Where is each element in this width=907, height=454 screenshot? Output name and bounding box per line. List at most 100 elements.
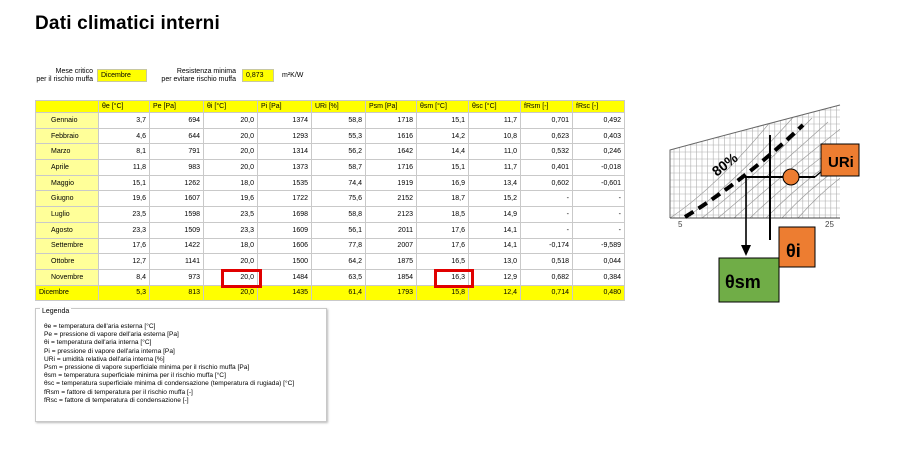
value-cell: 0,682: [520, 268, 573, 286]
value-cell: 58,7: [311, 159, 366, 176]
value-cell: 791: [149, 143, 204, 161]
value-cell: 64,2: [311, 253, 366, 270]
value-cell: 3,7: [98, 112, 150, 129]
value-cell: 18,5: [416, 206, 469, 223]
value-cell: 14,9: [468, 206, 521, 223]
axis-tick-5: 5: [678, 220, 683, 229]
value-cell: 11,0: [468, 143, 521, 161]
value-cell: 13,4: [468, 174, 521, 192]
header-cell: fRsm [-]: [520, 100, 573, 113]
value-cell: 813: [149, 284, 204, 302]
table-row: Febbraio 4,6 644 20,0 1293 55,3 1616 14,2 10,8 0,…: [35, 127, 625, 145]
value-cell: 1535: [257, 174, 312, 192]
resistenza-minima-label: Resistenza minima per evitare rischio mu…: [152, 68, 236, 84]
value-cell: 1314: [257, 143, 312, 161]
value-cell: 20,0: [203, 159, 258, 176]
resistenza-minima-value[interactable]: 0,873: [242, 69, 274, 82]
value-cell: 1422: [149, 237, 204, 255]
mese-critico-label-line2: per il rischio muffa: [36, 76, 93, 83]
table-row: Ottobre 12,7 1141 20,0 1500 64,2 1875 16,5 13,0 0…: [35, 253, 625, 270]
month-cell: Giugno: [35, 190, 99, 208]
value-cell: 15,1: [416, 159, 469, 176]
table-row: Aprile 11,8 983 20,0 1373 58,7 1716 15,1 11,7 0,4…: [35, 159, 625, 176]
value-cell: 1598: [149, 206, 204, 223]
value-cell: 0,532: [520, 143, 573, 161]
value-cell: 1875: [365, 253, 417, 270]
month-cell: Marzo: [35, 143, 99, 161]
value-cell: -0,601: [572, 174, 625, 192]
header-cell: θsm [°C]: [416, 100, 469, 113]
month-cell: Agosto: [35, 221, 99, 239]
value-cell: 63,5: [311, 268, 366, 286]
value-cell: 8,1: [98, 143, 150, 161]
value-cell: 20,0: [203, 127, 258, 145]
legend-line: URi = umidità relativa dell'aria interna…: [44, 355, 165, 363]
value-cell: 1374: [257, 112, 312, 129]
value-cell: 0,246: [572, 143, 625, 161]
value-cell: 56,2: [311, 143, 366, 161]
value-cell: 644: [149, 127, 204, 145]
value-cell: -9,589: [572, 237, 625, 255]
legend-line: θsc = temperatura superficiale minima di…: [44, 380, 295, 388]
theta-i-label: θi: [786, 241, 801, 261]
mese-critico-label-line1: Mese critico: [55, 68, 93, 75]
header-cell: θi [°C]: [203, 100, 258, 113]
value-cell: 1616: [365, 127, 417, 145]
value-cell: 23,5: [203, 206, 258, 223]
value-cell: 0,701: [520, 112, 573, 129]
value-cell: 1718: [365, 112, 417, 129]
value-cell: 74,4: [311, 174, 366, 192]
value-cell: 11,8: [98, 159, 150, 176]
value-cell: -: [572, 221, 625, 239]
psychrometric-diagram: 5 25 80% URi θi θsm: [669, 104, 860, 303]
value-cell: 12,9: [468, 268, 521, 286]
value-cell: 77,8: [311, 237, 366, 255]
legend-line: θi = temperatura dell'aria interna [°C]: [44, 339, 152, 347]
value-cell: 0,044: [572, 253, 625, 270]
value-cell: 1262: [149, 174, 204, 192]
header-cell: Pi [Pa]: [257, 100, 312, 113]
value-cell: 15,2: [468, 190, 521, 208]
month-cell: Settembre: [35, 237, 99, 255]
table-row: Novembre 8,4 973 20,0 1484 63,5 1854 16,3 12,9 0,…: [35, 268, 625, 286]
value-cell: 1722: [257, 190, 312, 208]
value-cell: 0,518: [520, 253, 573, 270]
value-cell: -: [572, 206, 625, 223]
value-cell: -: [520, 221, 573, 239]
month-cell: Febbraio: [35, 127, 99, 145]
value-cell: 2152: [365, 190, 417, 208]
table-header-row: θe [°C] Pe [Pa] θi [°C] Pi [Pa] URi [%] …: [35, 100, 625, 113]
value-cell: 1716: [365, 159, 417, 176]
value-cell: 1500: [257, 253, 312, 270]
mese-critico-label: Mese critico per il rischio muffa: [35, 68, 93, 84]
value-cell: 18,0: [203, 237, 258, 255]
legend-line: Psm = pressione di vapore superficiale m…: [44, 364, 250, 372]
value-cell: 11,7: [468, 159, 521, 176]
header-cell: URi [%]: [311, 100, 366, 113]
value-cell: 23,3: [98, 221, 150, 239]
value-cell: 18,0: [203, 174, 258, 192]
legend-lines: θe = temperatura dell'aria esterna [°C] P…: [44, 323, 294, 405]
highlight-theta-sm-dicembre: [434, 269, 474, 288]
value-cell: 1435: [257, 284, 312, 302]
value-cell: -: [520, 190, 573, 208]
legend-title: Legenda: [40, 308, 72, 315]
value-cell: 1293: [257, 127, 312, 145]
table-row: Luglio 23,5 1598 23,5 1698 58,8 2123 18,5 14,9- -: [35, 206, 625, 223]
value-cell: 15,1: [416, 112, 469, 129]
value-cell: 1141: [149, 253, 204, 270]
value-cell: 8,4: [98, 268, 150, 286]
header-cell: θe [°C]: [98, 100, 150, 113]
value-cell: 56,1: [311, 221, 366, 239]
value-cell: 11,7: [468, 112, 521, 129]
value-cell: -0,018: [572, 159, 625, 176]
value-cell: 17,6: [98, 237, 150, 255]
highlight-theta-i-dicembre: [221, 269, 262, 288]
table-row: Marzo 8,1 791 20,0 1314 56,2 1642 14,4 11,0 0,532…: [35, 143, 625, 161]
mese-critico-value[interactable]: Dicembre: [97, 69, 147, 82]
table-row: Settembre 17,6 1422 18,0 1606 77,8 2007 17,6 14,…: [35, 237, 625, 255]
month-cell: Gennaio: [35, 112, 99, 129]
value-cell: 2011: [365, 221, 417, 239]
value-cell: 16,5: [416, 253, 469, 270]
value-cell: 17,6: [416, 221, 469, 239]
